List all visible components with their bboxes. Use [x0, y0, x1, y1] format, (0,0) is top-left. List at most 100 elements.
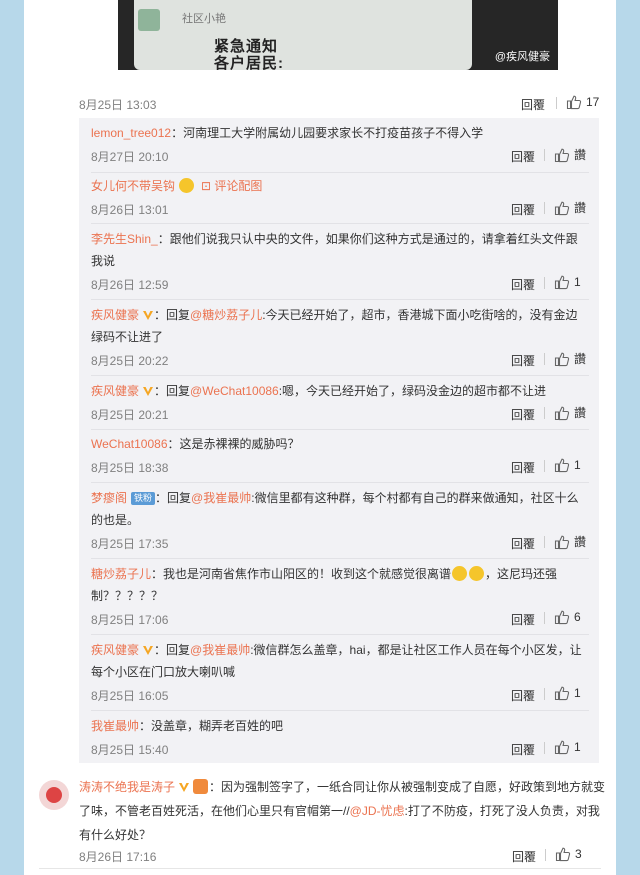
commenter-name[interactable]: 疾风健豪 [91, 384, 139, 398]
like-count: 讚 [574, 148, 587, 162]
reply-prefix: ：回复 [154, 308, 191, 322]
divider [544, 742, 545, 754]
like-count: 1 [574, 740, 581, 754]
emoji-icon [452, 566, 468, 581]
like-count: 讚 [574, 406, 587, 420]
thumbs-up-icon [566, 95, 582, 110]
sub-comment: 疾风健豪 ：回复@WeChat10086:嗯，今天已经开始了，绿码没金边的超市都不… [91, 380, 589, 424]
comment-time: 8月25日 20:21 [91, 408, 169, 422]
divider [91, 558, 589, 559]
divider [544, 688, 545, 700]
main-like-count: 17 [586, 95, 600, 109]
divider [556, 97, 557, 109]
reply-button[interactable]: 回覆 [511, 687, 535, 704]
reply-button[interactable]: 回覆 [511, 611, 535, 628]
mention-link[interactable]: @WeChat10086 [190, 384, 279, 398]
reply-button[interactable]: 回覆 [511, 201, 535, 218]
mini-name: 社区小艳 [182, 13, 226, 25]
commenter-name[interactable]: 我崔最帅 [91, 719, 139, 733]
like-button[interactable]: 讚 [554, 350, 586, 367]
comment-text: :嗯，今天已经开始了，绿码没金边的超市都不让进 [278, 384, 547, 398]
post-image[interactable]: 社区小艳 紧急通知 各户居民: @疾风健豪 [118, 0, 558, 70]
commenter-name[interactable]: 疾风健豪 [91, 308, 139, 322]
thumbs-up-icon [554, 352, 570, 366]
comment-image-link[interactable]: ⊡ 评论配图 [201, 179, 262, 193]
like-count: 6 [574, 610, 581, 624]
comment-text: ：河南理工大学附属幼儿园要求家长不打疫苗孩子不得入学 [171, 126, 484, 140]
comment-time: 8月25日 18:38 [91, 461, 169, 475]
comment-time: 8月25日 20:22 [91, 354, 169, 368]
like-count: 1 [574, 458, 581, 472]
thumbs-up-icon [554, 406, 570, 420]
divider [39, 868, 601, 869]
reply-button[interactable]: 回覆 [511, 276, 535, 293]
commenter-name[interactable]: 李先生Shin_ [91, 232, 158, 246]
main-like-button[interactable]: 17 [566, 94, 599, 110]
like-button[interactable]: 讚 [554, 199, 586, 216]
comment-time: 8月25日 17:35 [91, 537, 169, 551]
like-count: 1 [574, 686, 581, 700]
thumbs-up-icon [554, 201, 570, 215]
like-button[interactable]: 讚 [554, 404, 586, 421]
reply-button[interactable]: 回覆 [511, 535, 535, 552]
like-count: 讚 [574, 201, 587, 215]
thumbs-up-icon [554, 686, 570, 701]
mini-avatar [138, 9, 160, 31]
mention-link[interactable]: @JD-忧虑 [350, 804, 405, 818]
like-button[interactable]: 3 [555, 846, 582, 862]
weibo-comment-page: 社区小艳 紧急通知 各户居民: @疾风健豪 8月25日 13:03 回覆 17 … [24, 0, 616, 875]
reply-button[interactable]: 回覆 [511, 741, 535, 758]
member-badge-icon [193, 779, 209, 794]
main-comment-meta: 8月25日 13:03 回覆 17 [79, 93, 599, 113]
divider [91, 710, 589, 711]
comment-text: ：这是赤裸裸的威胁吗？ [167, 437, 300, 451]
main-reply-button[interactable]: 回覆 [521, 96, 545, 113]
divider [91, 375, 589, 376]
like-button[interactable]: 6 [554, 609, 581, 625]
sub-comment: lemon_tree012：河南理工大学附属幼儿园要求家长不打疫苗孩子不得入学 … [91, 122, 589, 166]
commenter-name[interactable]: 梦瘳阁 [91, 491, 127, 505]
thumbs-up-icon [554, 610, 570, 625]
sub-comment: 女儿何不带吴钩 ⊡ 评论配图 8月26日 13:01 回覆 讚 [91, 175, 589, 219]
sub-comment: 我崔最帅：没盖章，糊弄老百姓的吧 8月25日 15:40 回覆 1 [91, 715, 589, 759]
reply-button[interactable]: 回覆 [512, 848, 536, 865]
like-button[interactable]: 1 [554, 739, 581, 755]
mention-link[interactable]: @我崔最帅 [191, 491, 251, 505]
thumbs-up-icon [554, 740, 570, 755]
commenter-name[interactable]: lemon_tree012 [91, 126, 171, 140]
reply-button[interactable]: 回覆 [511, 352, 535, 369]
mention-link[interactable]: @糖炒荔子儿 [190, 308, 262, 322]
like-count: 讚 [574, 352, 587, 366]
thumbs-up-icon [554, 275, 570, 290]
reply-button[interactable]: 回覆 [511, 406, 535, 423]
sub-comment: 疾风健豪 ：回复@我崔最帅:微信群怎么盖章，hai，都是让社区工作人员在每个小区发… [91, 639, 589, 705]
image-watermark: @疾风健豪 [494, 51, 550, 63]
like-button[interactable]: 讚 [554, 533, 586, 550]
reply-prefix: ：回复 [154, 643, 191, 657]
like-button[interactable]: 讚 [554, 146, 586, 163]
commenter-name[interactable]: 糖炒荔子儿 [91, 567, 151, 581]
reply-button[interactable]: 回覆 [511, 148, 535, 165]
avatar[interactable] [39, 780, 69, 810]
mention-link[interactable]: @我崔最帅 [190, 643, 250, 657]
sub-comment: 糖炒荔子儿：我也是河南省焦作市山阳区的！收到这个就感觉很离谱 ，这尼玛还强制？？？… [91, 563, 589, 629]
like-button[interactable]: 1 [554, 457, 581, 473]
thumbs-up-icon [554, 148, 570, 162]
reply-button[interactable]: 回覆 [511, 459, 535, 476]
comment-text: ：没盖章，糊弄老百姓的吧 [139, 719, 284, 733]
comment-time: 8月27日 20:10 [91, 150, 169, 164]
commenter-name[interactable]: WeChat10086 [91, 437, 168, 451]
commenter-name[interactable]: 疾风健豪 [91, 643, 139, 657]
like-button[interactable]: 1 [554, 274, 581, 290]
commenter-name[interactable]: 女儿何不带吴钩 [91, 179, 175, 193]
divider [544, 202, 545, 214]
divider [91, 482, 589, 483]
like-button[interactable]: 1 [554, 685, 581, 701]
divider [544, 536, 545, 548]
commenter-name[interactable]: 涛涛不绝我是涛子 [79, 780, 175, 794]
like-count: 3 [575, 847, 582, 861]
emoji-icon [179, 178, 195, 193]
comment-time: 8月26日 13:01 [91, 203, 169, 217]
divider [91, 172, 589, 173]
sub-comment: 李先生Shin_：跟他们说我只认中央的文件，如果你们这种方式是通过的，请拿着红头… [91, 228, 589, 294]
